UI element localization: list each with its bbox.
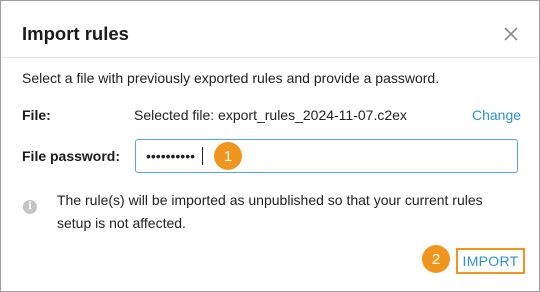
change-file-link[interactable]: Change (472, 107, 521, 123)
dialog-title: Import rules (22, 23, 129, 44)
file-password-label: File password: (22, 148, 121, 164)
intro-text: Select a file with previously exported r… (22, 70, 440, 86)
info-icon (23, 200, 37, 214)
file-label: File: (22, 107, 51, 123)
import-button[interactable]: IMPORT (456, 248, 525, 274)
close-icon[interactable] (501, 24, 521, 44)
header-divider (2, 57, 538, 58)
file-password-input[interactable] (135, 139, 518, 173)
step-badge-2: 2 (422, 245, 450, 273)
info-message: The rule(s) will be imported as unpublis… (57, 192, 483, 231)
import-rules-dialog: Import rules Select a file with previous… (0, 0, 540, 292)
text-caret (202, 147, 203, 165)
step-badge-1: 1 (214, 142, 242, 170)
selected-file-text: Selected file: export_rules_2024-11-07.c… (134, 107, 407, 123)
